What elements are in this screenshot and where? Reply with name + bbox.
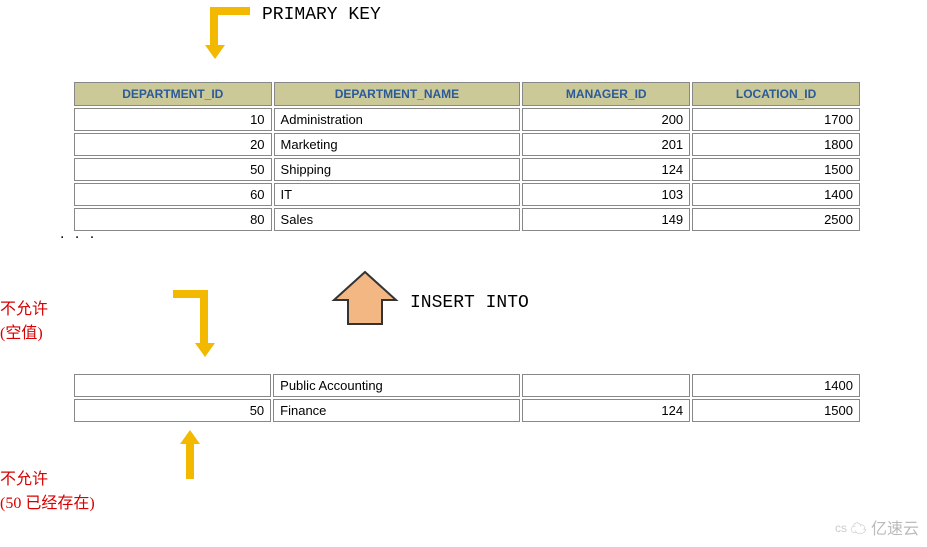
- label-not-allowed-duplicate: 不允许 (50 已经存在): [0, 465, 95, 513]
- cell-name: Finance: [273, 399, 520, 422]
- table-row: 20 Marketing 201 1800: [74, 133, 860, 156]
- col-manager-id: MANAGER_ID: [522, 82, 690, 106]
- cell-loc: 1500: [692, 399, 860, 422]
- col-location-id: LOCATION_ID: [692, 82, 860, 106]
- cell-id: 80: [74, 208, 272, 231]
- cell-name: Sales: [274, 208, 521, 231]
- cell-id: 10: [74, 108, 272, 131]
- cell-loc: 1400: [692, 183, 860, 206]
- cell-loc: 1500: [692, 158, 860, 181]
- cell-id: [74, 374, 271, 397]
- watermark-cs: cs: [835, 521, 847, 535]
- label-line1: 不允许: [0, 295, 48, 319]
- cell-mgr: 200: [522, 108, 690, 131]
- cell-id: 50: [74, 399, 271, 422]
- cell-mgr: 149: [522, 208, 690, 231]
- cell-loc: 1700: [692, 108, 860, 131]
- col-department-name: DEPARTMENT_NAME: [274, 82, 521, 106]
- cell-mgr: 201: [522, 133, 690, 156]
- table-row: 50 Finance 124 1500: [74, 399, 860, 422]
- cell-id: 50: [74, 158, 272, 181]
- cell-name: IT: [274, 183, 521, 206]
- table-header-row: DEPARTMENT_ID DEPARTMENT_NAME MANAGER_ID…: [74, 82, 860, 106]
- cell-mgr: 124: [522, 158, 690, 181]
- label-line2: (空值): [0, 319, 48, 343]
- watermark-text: 亿速云: [871, 521, 919, 538]
- table-row: 50 Shipping 124 1500: [74, 158, 860, 181]
- label-primary-key: PRIMARY KEY: [262, 5, 381, 25]
- table-row: 80 Sales 149 2500: [74, 208, 860, 231]
- cell-mgr: 103: [522, 183, 690, 206]
- insert-into-arrow-icon: [330, 270, 400, 330]
- label-line2: (50 已经存在): [0, 489, 95, 513]
- cell-name: Administration: [274, 108, 521, 131]
- ellipsis: . . .: [60, 225, 97, 243]
- cell-name: Public Accounting: [273, 374, 520, 397]
- table-row: 10 Administration 200 1700: [74, 108, 860, 131]
- table-row: 60 IT 103 1400: [74, 183, 860, 206]
- cell-id: 20: [74, 133, 272, 156]
- cell-loc: 2500: [692, 208, 860, 231]
- watermark-brand: ☁ 亿速云: [851, 515, 919, 539]
- col-department-id: DEPARTMENT_ID: [74, 82, 272, 106]
- cell-id: 60: [74, 183, 272, 206]
- label-insert-into: INSERT INTO: [410, 293, 529, 313]
- cell-name: Shipping: [274, 158, 521, 181]
- insert-rows-table: Public Accounting 1400 50 Finance 124 15…: [72, 372, 862, 424]
- label-line1: 不允许: [0, 465, 95, 489]
- cell-loc: 1400: [692, 374, 860, 397]
- cell-name: Marketing: [274, 133, 521, 156]
- table-row: Public Accounting 1400: [74, 374, 860, 397]
- cell-mgr: [522, 374, 690, 397]
- label-not-allowed-null: 不允许 (空值): [0, 295, 48, 343]
- departments-table: DEPARTMENT_ID DEPARTMENT_NAME MANAGER_ID…: [72, 80, 862, 233]
- cell-loc: 1800: [692, 133, 860, 156]
- cloud-icon: ☁: [851, 521, 867, 538]
- cell-mgr: 124: [522, 399, 690, 422]
